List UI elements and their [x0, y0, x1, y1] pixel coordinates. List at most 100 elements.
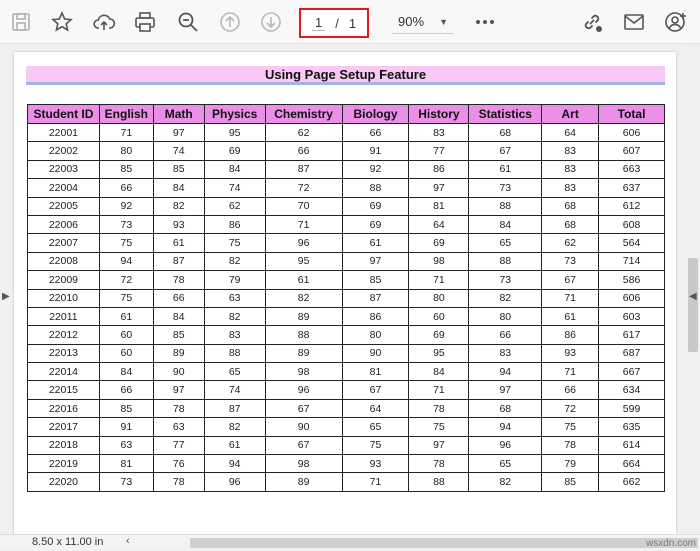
table-cell: 86: [408, 159, 470, 180]
table-cell: 82: [264, 288, 343, 308]
table-cell: 22008: [27, 251, 100, 272]
column-header: Physics: [203, 104, 266, 124]
table-cell: 63: [152, 417, 205, 437]
table-cell: 61: [152, 233, 205, 253]
table-cell: 77: [408, 141, 470, 161]
table-cell: 22018: [27, 435, 100, 456]
table-cell: 67: [341, 380, 410, 400]
table-row: 22012 60 85 83 88 80 69 66 86 617: [27, 325, 665, 345]
print-icon[interactable]: [131, 8, 159, 36]
table-cell: 71: [98, 122, 154, 143]
table-cell: 83: [468, 343, 543, 364]
table-cell: 667: [598, 362, 665, 382]
table-cell: 65: [203, 362, 266, 382]
table-cell: 61: [98, 306, 154, 327]
table-cell: 83: [203, 325, 266, 345]
table-cell: 71: [408, 380, 470, 400]
vertical-scrollbar[interactable]: [686, 44, 700, 534]
table-cell: 61: [541, 306, 600, 327]
table-cell: 61: [264, 270, 343, 290]
table-cell: 71: [264, 214, 343, 235]
horizontal-scrollbar[interactable]: ‹: [120, 535, 700, 551]
page-down-icon[interactable]: [257, 8, 285, 36]
left-panel-arrow-icon[interactable]: ▶: [2, 291, 10, 302]
table-cell: 60: [98, 325, 154, 345]
table-cell: 663: [598, 159, 665, 180]
table-cell: 84: [468, 214, 543, 235]
table-cell: 73: [98, 214, 154, 235]
zoom-out-icon[interactable]: [174, 8, 202, 36]
table-cell: 22010: [27, 288, 100, 308]
table-cell: 91: [98, 417, 154, 437]
right-panel-arrow-icon[interactable]: ◀: [689, 291, 697, 302]
horizontal-scroll-thumb[interactable]: [190, 538, 698, 548]
table-cell: 662: [598, 472, 665, 492]
table-cell: 85: [98, 398, 154, 419]
table-cell: 73: [468, 270, 543, 290]
page-number-box[interactable]: 1 / 1: [299, 8, 369, 38]
table-cell: 586: [598, 270, 665, 290]
table-cell: 63: [203, 288, 266, 308]
table-cell: 73: [541, 251, 600, 272]
table-cell: 72: [264, 178, 343, 198]
table-cell: 69: [341, 214, 410, 235]
table-row: 22004 66 84 74 72 88 97 73 83 637: [27, 178, 665, 198]
table-cell: 76: [152, 454, 205, 474]
table-cell: 98: [408, 251, 470, 272]
table-cell: 22011: [27, 306, 100, 327]
table-cell: 80: [408, 288, 470, 308]
table-cell: 66: [264, 141, 343, 161]
table-cell: 81: [98, 454, 154, 474]
link-icon[interactable]: [578, 8, 606, 36]
table-cell: 69: [203, 141, 266, 161]
table-cell: 607: [598, 141, 665, 161]
star-icon[interactable]: [48, 8, 76, 36]
current-page-input[interactable]: 1: [311, 15, 326, 31]
more-icon[interactable]: [471, 8, 499, 36]
table-cell: 81: [341, 362, 410, 382]
table-cell: 86: [541, 325, 600, 345]
table-cell: 22013: [27, 343, 100, 364]
total-pages: 1: [348, 15, 357, 31]
table-header-row: Student ID English Math Physics Chemistry Bio…: [27, 104, 665, 124]
toolbar: 1 / 1 90% ▼: [0, 0, 700, 44]
table-cell: 87: [341, 288, 410, 308]
table-cell: 77: [152, 435, 205, 456]
table-cell: 635: [598, 417, 665, 437]
table-cell: 22016: [27, 398, 100, 419]
table-cell: 72: [98, 270, 154, 290]
table-cell: 617: [598, 325, 665, 345]
scroll-left-icon[interactable]: ‹: [126, 535, 130, 547]
table-cell: 88: [341, 178, 410, 198]
pdf-page: Using Page Setup Feature Student ID Engli…: [14, 52, 676, 534]
table-cell: 78: [152, 472, 205, 492]
table-cell: 85: [341, 270, 410, 290]
table-cell: 687: [598, 343, 665, 364]
table-cell: 84: [203, 159, 266, 180]
table-row: 22020 73 78 96 89 71 88 82 85 662: [27, 472, 665, 492]
table-cell: 85: [152, 159, 205, 180]
vertical-scroll-thumb[interactable]: [688, 258, 698, 352]
table-cell: 92: [341, 159, 410, 180]
save-icon[interactable]: [7, 8, 35, 36]
table-cell: 75: [98, 233, 154, 253]
account-icon[interactable]: [662, 8, 690, 36]
table-cell: 90: [264, 417, 343, 437]
column-header: English: [98, 104, 154, 124]
table-cell: 22009: [27, 270, 100, 290]
page-up-icon[interactable]: [216, 8, 244, 36]
table-row: 22015 66 97 74 96 67 71 97 66 634: [27, 380, 665, 400]
column-header: History: [408, 104, 470, 124]
table-cell: 72: [541, 398, 600, 419]
email-icon[interactable]: [620, 8, 648, 36]
table-cell: 87: [152, 251, 205, 272]
table-cell: 78: [408, 398, 470, 419]
zoom-select[interactable]: 90% ▼: [392, 10, 454, 34]
table-cell: 98: [264, 454, 343, 474]
table-cell: 612: [598, 196, 665, 216]
table-cell: 71: [541, 362, 600, 382]
table-cell: 83: [541, 159, 600, 180]
status-bar: 8.50 x 11.00 in ‹ wsxdn.com: [0, 534, 700, 550]
cloud-upload-icon[interactable]: [90, 8, 118, 36]
table-cell: 75: [98, 288, 154, 308]
